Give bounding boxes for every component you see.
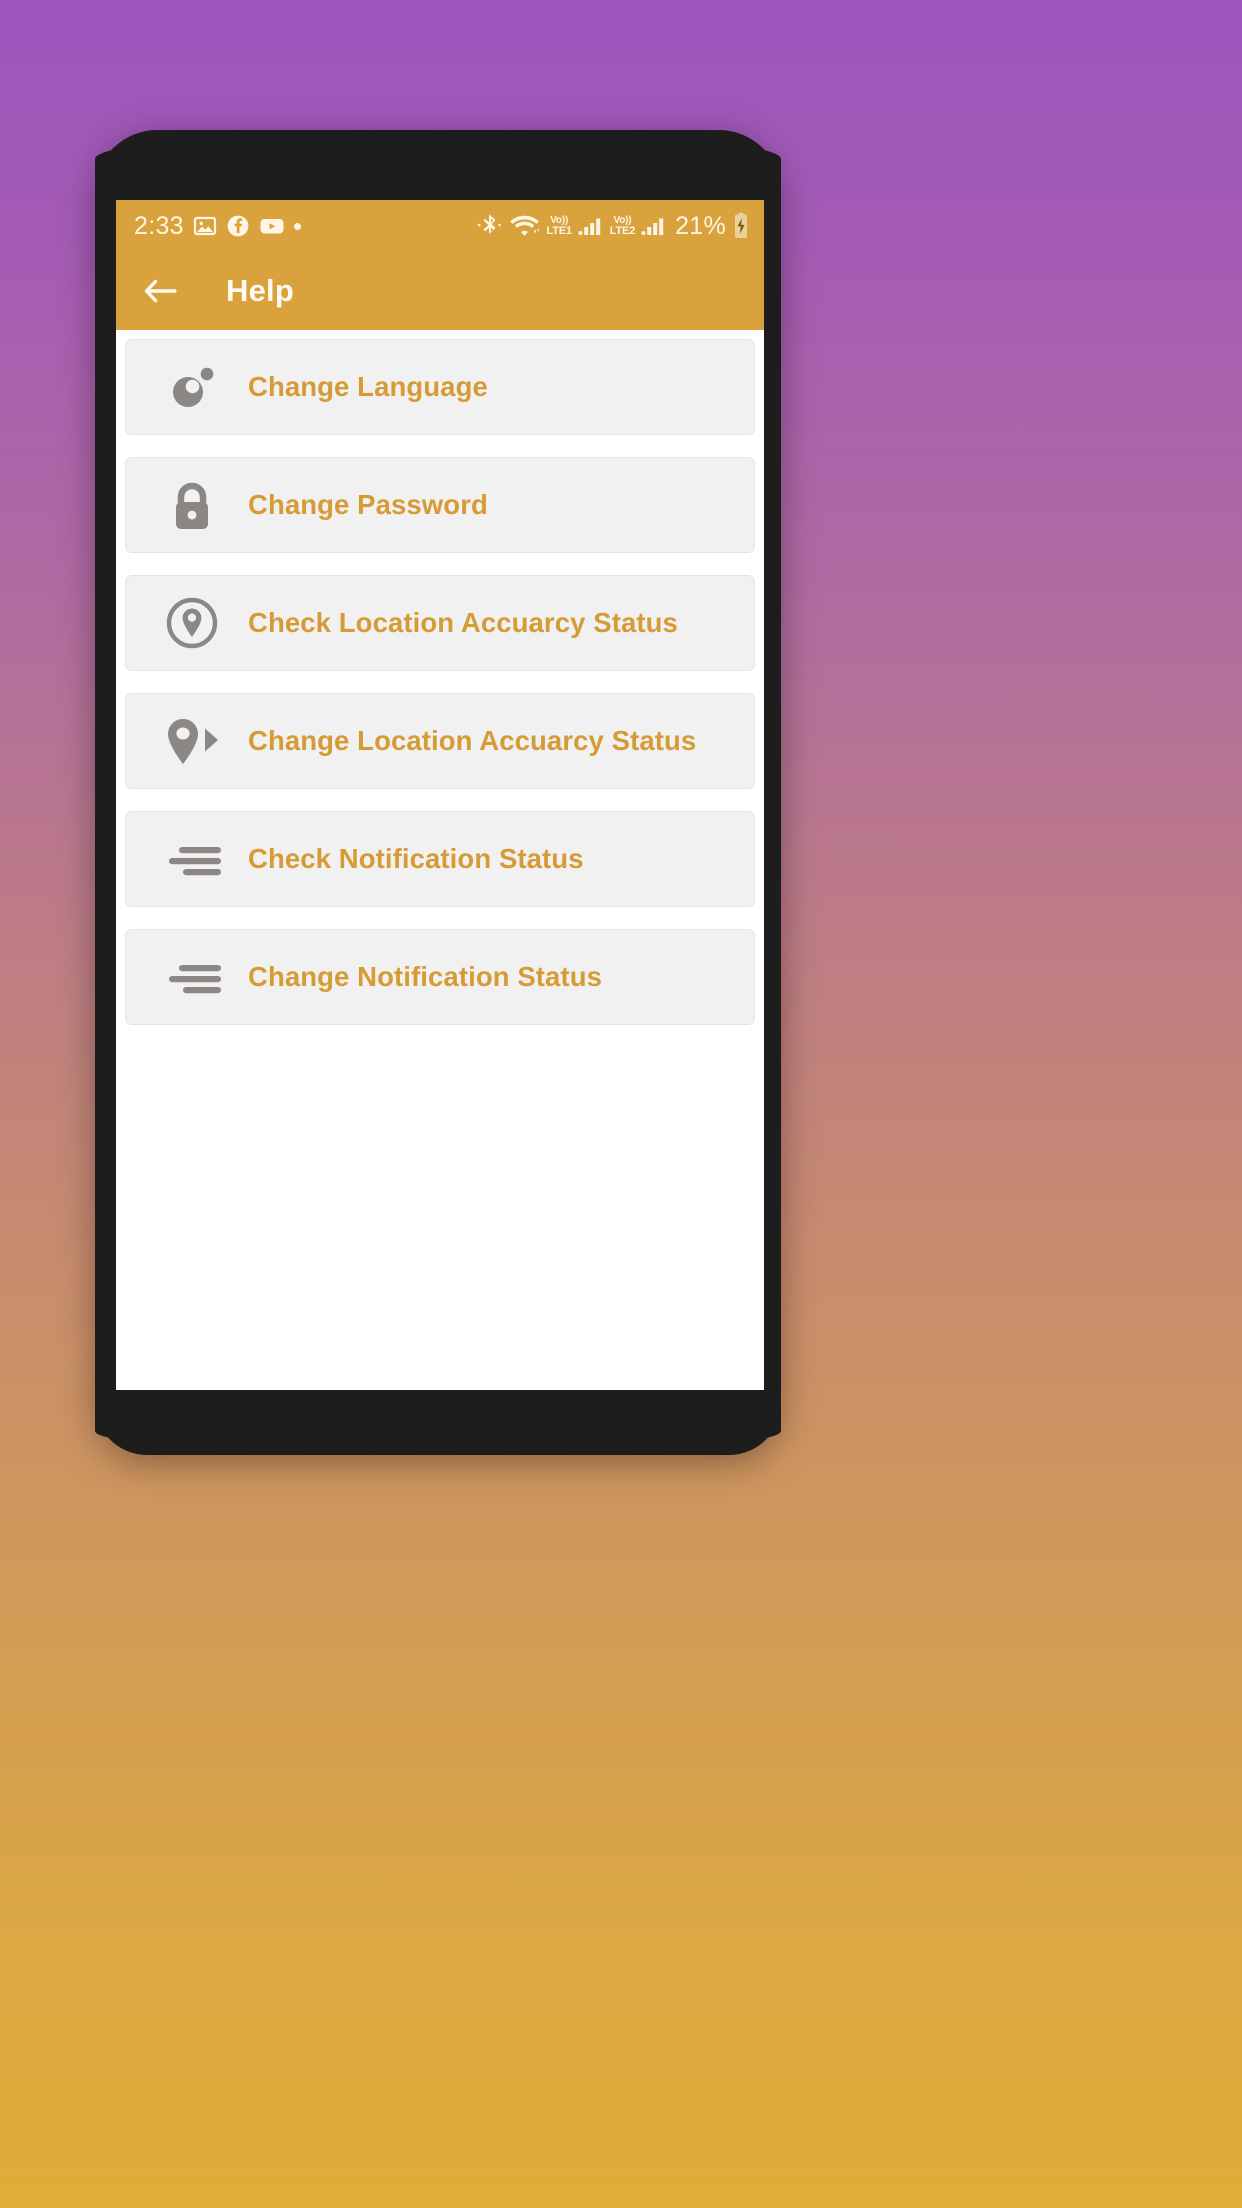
battery-percent-label: 21% <box>675 211 726 240</box>
wifi-icon <box>509 215 539 236</box>
list-item-wrapper: Change Language <box>116 339 764 435</box>
signal-bars-icon <box>578 218 600 235</box>
help-item-label: Change Notification Status <box>248 961 603 992</box>
back-button[interactable] <box>138 268 184 314</box>
status-clock: 2:33 <box>134 211 184 240</box>
battery-icon <box>735 212 747 238</box>
app-bar: Help <box>116 252 764 330</box>
help-item-change-notification-status[interactable]: Change Notification Status <box>125 929 755 1025</box>
sim2-network-label: Vo)) LTE2 <box>610 216 635 236</box>
signal-bars-icon <box>641 218 664 235</box>
help-item-check-notification-status[interactable]: Check Notification Status <box>125 811 755 907</box>
help-item-change-location-accuracy[interactable]: Change Location Accuarcy Status <box>125 693 755 789</box>
phone-device: 2:33 Vo)) LTE1 Vo)) LTE2 21% Help Change… <box>95 130 781 1455</box>
help-item-change-password[interactable]: Change Password <box>125 457 755 553</box>
help-item-label: Change Password <box>248 489 488 520</box>
status-bar-left: 2:33 <box>134 212 301 241</box>
arrow-left-icon <box>144 279 177 303</box>
list-item-wrapper: Change Notification Status <box>116 929 764 1025</box>
bluetooth-icon <box>477 214 501 234</box>
help-item-label: Change Language <box>248 371 488 402</box>
help-menu-list: Change Language Change Password Check Lo… <box>116 330 764 1390</box>
list-item-wrapper: Change Password <box>116 457 764 553</box>
list-item-wrapper: Change Location Accuarcy Status <box>116 693 764 789</box>
list-item-wrapper: Check Location Accuarcy Status <box>116 575 764 671</box>
list-item-wrapper: Check Notification Status <box>116 811 764 907</box>
sim1-network-label: Vo)) LTE1 <box>547 216 572 236</box>
photos-icon <box>193 216 216 236</box>
lock-icon <box>160 477 224 533</box>
sim1-lte-text: LTE1 <box>546 224 572 237</box>
facebook-icon <box>227 215 249 237</box>
help-item-label: Change Location Accuarcy Status <box>248 725 697 756</box>
more-dot-icon <box>293 222 301 230</box>
location-pin-arrow-icon <box>160 713 224 769</box>
youtube-icon <box>260 219 284 234</box>
notification-lines-icon <box>160 839 224 879</box>
location-circle-icon <box>160 595 224 651</box>
page-title: Help <box>226 273 294 308</box>
sim2-lte-text: LTE2 <box>609 224 636 237</box>
help-item-label: Check Location Accuarcy Status <box>248 607 678 638</box>
help-item-check-location-accuracy[interactable]: Check Location Accuarcy Status <box>125 575 755 671</box>
help-item-change-language[interactable]: Change Language <box>125 339 755 435</box>
phone-screen: 2:33 Vo)) LTE1 Vo)) LTE2 21% Help Change… <box>116 200 764 1390</box>
status-bar: 2:33 Vo)) LTE1 Vo)) LTE2 21% <box>116 200 764 252</box>
language-bubble-icon <box>160 361 224 413</box>
notification-lines-icon <box>160 957 224 997</box>
help-item-label: Check Notification Status <box>248 843 584 874</box>
status-bar-right: Vo)) LTE1 Vo)) LTE2 21% <box>477 212 751 241</box>
